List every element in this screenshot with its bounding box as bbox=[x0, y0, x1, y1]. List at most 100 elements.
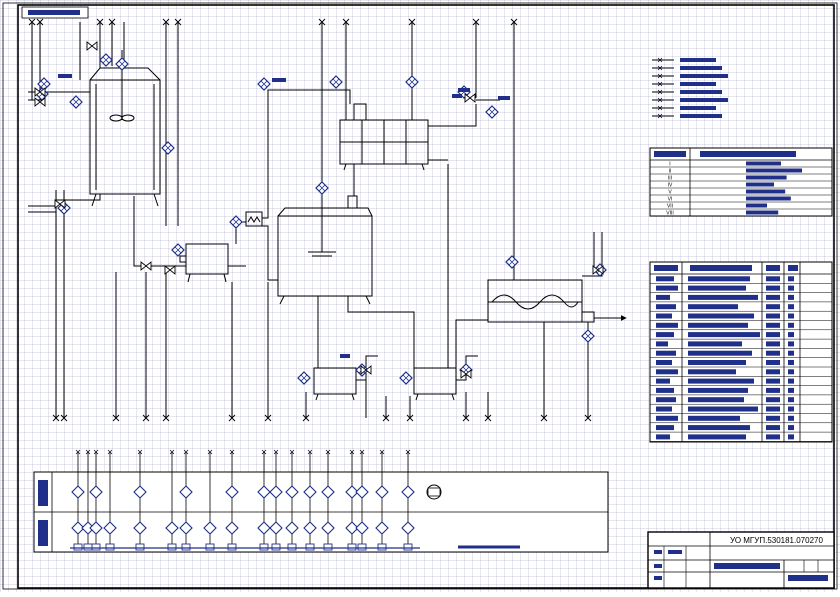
spec-cell-block bbox=[656, 425, 674, 431]
legend-entry-block bbox=[680, 98, 728, 102]
line-end-marks bbox=[28, 18, 592, 422]
spec-cell-block bbox=[788, 322, 794, 328]
spec-cell-block bbox=[688, 387, 748, 393]
reactor-vessel-1 bbox=[89, 50, 161, 207]
streams-row-block bbox=[746, 182, 774, 187]
instrument-tag bbox=[272, 78, 286, 82]
streams-row-code: IV bbox=[668, 183, 673, 189]
spec-cell-block bbox=[688, 322, 748, 328]
panel-terminal bbox=[83, 543, 93, 551]
spec-cell-block bbox=[788, 406, 794, 412]
panel-terminal bbox=[73, 543, 83, 551]
spec-cell-block bbox=[688, 294, 758, 300]
spec-cell-block bbox=[788, 378, 794, 384]
spec-cell-block bbox=[656, 304, 676, 310]
spec-cell-block bbox=[656, 322, 678, 328]
instrument-tag bbox=[458, 88, 470, 92]
spec-header-block bbox=[766, 265, 780, 271]
receiver-tank-1 bbox=[313, 367, 357, 401]
spec-cell-block bbox=[688, 313, 754, 319]
spec-cell-block bbox=[766, 369, 780, 375]
panel-terminal bbox=[271, 543, 281, 551]
panel-terminal bbox=[91, 543, 101, 551]
valve-icon bbox=[86, 41, 98, 51]
valve-icon bbox=[140, 261, 152, 271]
spec-cell-block bbox=[788, 304, 794, 310]
spec-cell-block bbox=[788, 360, 794, 365]
legend-entry-block bbox=[680, 74, 728, 78]
spec-cell-block bbox=[788, 341, 794, 347]
panel-terminal bbox=[305, 543, 315, 551]
spec-cell-block bbox=[766, 397, 780, 403]
heat-exchanger-icon bbox=[245, 211, 263, 227]
spec-header-block bbox=[788, 265, 798, 271]
line-legend bbox=[652, 57, 728, 119]
valve-icon bbox=[464, 93, 476, 103]
legend-entry-block bbox=[680, 106, 716, 110]
spec-cell-block bbox=[688, 378, 754, 384]
spec-cell-block bbox=[656, 285, 678, 291]
spec-cell-block bbox=[766, 304, 780, 310]
instrument-tag bbox=[452, 94, 462, 98]
panel-terminal bbox=[357, 543, 367, 551]
streams-row-code: VI bbox=[668, 197, 673, 203]
filter-apparatus bbox=[339, 103, 429, 171]
spec-cell-block bbox=[788, 313, 794, 319]
spec-cell-block bbox=[788, 415, 794, 421]
spec-cell-block bbox=[788, 276, 794, 282]
panel-terminal bbox=[287, 543, 297, 551]
panel-terminal bbox=[347, 543, 357, 551]
spec-cell-block bbox=[788, 369, 794, 375]
spec-cell-block bbox=[766, 387, 780, 393]
panel-terminal bbox=[403, 543, 413, 551]
spec-cell-block bbox=[688, 276, 750, 282]
streams-row-block bbox=[746, 210, 779, 215]
spec-cell-block bbox=[688, 304, 738, 310]
spec-cell-block bbox=[766, 378, 780, 384]
spec-cell-block bbox=[788, 425, 794, 431]
streams-row-code: III bbox=[668, 176, 672, 182]
panel-terminal bbox=[181, 543, 191, 551]
spec-cell-block bbox=[766, 425, 780, 431]
spec-cell-block bbox=[656, 387, 674, 393]
spec-cell-block bbox=[688, 341, 742, 347]
spec-cell-block bbox=[656, 313, 672, 319]
spec-header-block bbox=[654, 265, 678, 271]
spec-cell-block bbox=[688, 406, 758, 412]
panel-terminal bbox=[227, 543, 237, 551]
spec-cell-block bbox=[656, 434, 670, 440]
streams-row-block bbox=[746, 175, 787, 180]
spec-cell-block bbox=[688, 332, 760, 338]
spec-cell-block bbox=[656, 378, 670, 384]
document-code: УО МГУП.530181.070270 bbox=[730, 536, 823, 545]
spec-cell-block bbox=[766, 341, 780, 347]
legend-entry-block bbox=[680, 90, 722, 94]
spec-cell-block bbox=[788, 285, 794, 291]
legend-entry-block bbox=[680, 114, 722, 118]
panel-terminal bbox=[259, 543, 269, 551]
spec-cell-block bbox=[688, 397, 744, 403]
spec-cell-block bbox=[688, 415, 740, 421]
mixing-vessel bbox=[277, 195, 373, 305]
spec-cell-block bbox=[688, 285, 746, 291]
panel-terminal bbox=[323, 543, 333, 551]
collector-tank-1 bbox=[179, 243, 229, 283]
spec-header-block bbox=[690, 265, 752, 271]
spec-cell-block bbox=[766, 360, 780, 365]
streams-row-block bbox=[746, 203, 767, 208]
spec-cell-block bbox=[688, 350, 752, 356]
legend-entry-block bbox=[680, 82, 716, 86]
spec-cell-block bbox=[766, 294, 780, 300]
spec-cell-block bbox=[766, 285, 780, 291]
receiver-tank-2 bbox=[413, 367, 457, 401]
crystallizer bbox=[487, 279, 595, 323]
control-panel-strip bbox=[33, 471, 609, 553]
streams-row-code: VII bbox=[667, 204, 673, 210]
spec-cell-block bbox=[788, 294, 794, 300]
spec-cell-block bbox=[766, 415, 780, 421]
streams-row-code: II bbox=[669, 169, 672, 175]
spec-cell-block bbox=[656, 415, 678, 421]
streams-row-block bbox=[746, 168, 802, 173]
spec-cell-block bbox=[656, 276, 674, 282]
streams-row-code: VIII bbox=[666, 211, 674, 217]
